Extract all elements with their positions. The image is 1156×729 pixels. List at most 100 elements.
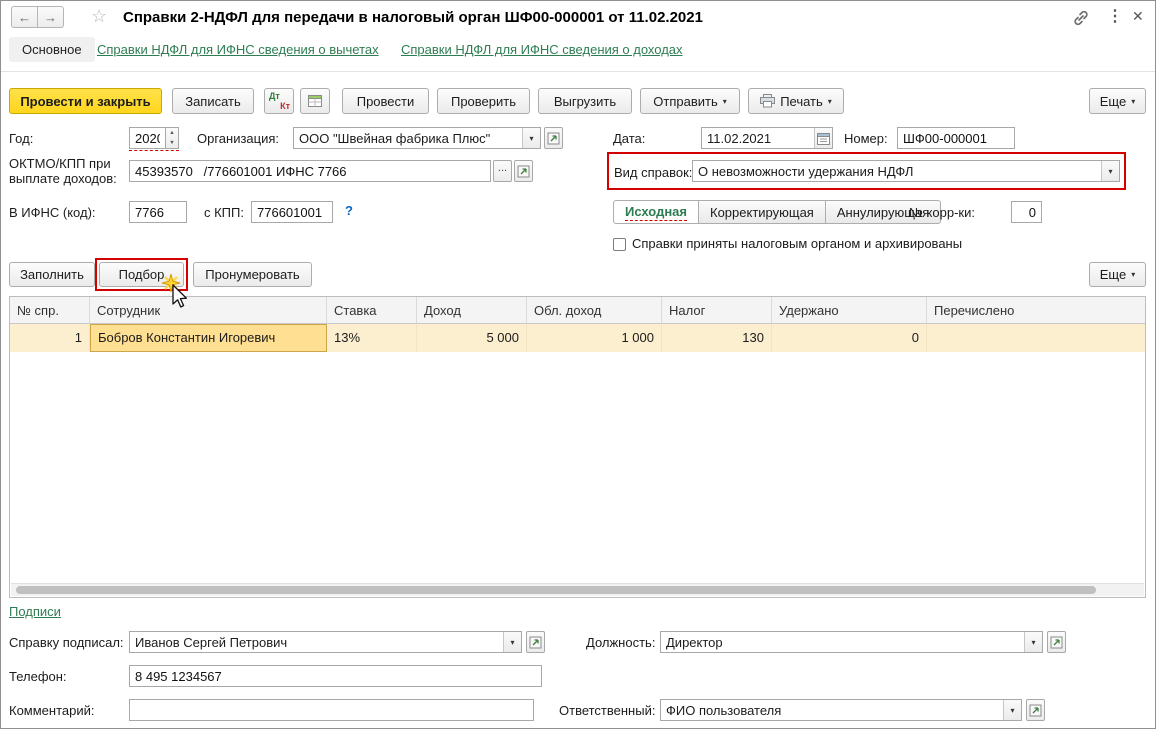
chevron-down-icon: ▾ (1131, 270, 1136, 279)
organization-open-button[interactable] (544, 127, 563, 149)
chevron-down-icon[interactable]: ▾ (1101, 161, 1119, 181)
cell-employee[interactable]: Бобров Константин Игоревич (90, 324, 327, 352)
certificate-type-toggle: Исходная Корректирующая Аннулирующая (613, 200, 942, 224)
chevron-down-icon[interactable]: ▾ (1003, 700, 1021, 720)
cell-rate[interactable]: 13% (327, 324, 417, 352)
type-toggle-original[interactable]: Исходная (613, 200, 699, 224)
export-button[interactable]: Выгрузить (538, 88, 632, 114)
corr-number-label: № корр-ки: (909, 205, 975, 220)
col-employee[interactable]: Сотрудник (90, 297, 327, 324)
document-window: ← → ☆ Справки 2-НДФЛ для передачи в нало… (0, 0, 1156, 729)
table-row[interactable]: 1 Бобров Константин Игоревич 13% 5 000 1… (10, 324, 1145, 352)
type-toggle-correcting[interactable]: Корректирующая (698, 200, 826, 224)
link-icon[interactable] (1071, 8, 1091, 31)
kt-label: Кт (280, 101, 290, 111)
forward-button[interactable]: → (37, 6, 64, 28)
ifns-input[interactable] (129, 201, 187, 223)
year-modified-underline (129, 150, 179, 151)
cell-income[interactable]: 5 000 (417, 324, 527, 352)
page-title: Справки 2-НДФЛ для передачи в налоговый … (123, 9, 703, 26)
pick-button[interactable]: Подбор (99, 262, 184, 287)
number-input[interactable] (897, 127, 1015, 149)
oktmo-open-button[interactable] (514, 160, 533, 182)
cell-transferred[interactable] (927, 324, 1145, 352)
col-tax[interactable]: Налог (662, 297, 772, 324)
favorites-star-icon[interactable]: ☆ (91, 6, 107, 27)
year-input[interactable] (129, 127, 166, 149)
signs-link[interactable]: Подписи (9, 604, 61, 619)
link-certificates-incomes[interactable]: Справки НДФЛ для ИФНС сведения о доходах (401, 42, 683, 57)
chevron-down-icon: ▾ (827, 96, 832, 106)
spinner-up-icon[interactable]: ▲ (166, 128, 178, 138)
chevron-down-icon: ▾ (722, 96, 727, 106)
back-button[interactable]: ← (11, 6, 38, 28)
print-button[interactable]: Печать ▾ (748, 88, 844, 114)
phone-input[interactable] (129, 665, 542, 687)
cell-taxable-income[interactable]: 1 000 (527, 324, 662, 352)
responsible-value: ФИО пользователя (666, 702, 782, 718)
col-withheld[interactable]: Удержано (772, 297, 927, 324)
kpp-label: с КПП: (204, 205, 244, 220)
date-input[interactable]: 11.02.2021 (701, 127, 833, 149)
dt-kt-button[interactable]: Дт Кт (264, 88, 294, 114)
menu-dots-icon[interactable]: ⋮ (1107, 6, 1123, 26)
post-button[interactable]: Провести (342, 88, 429, 114)
separator (1, 71, 1155, 72)
register-records-button[interactable] (300, 88, 330, 114)
open-icon (529, 636, 542, 648)
link-certificates-deductions[interactable]: Справки НДФЛ для ИФНС сведения о вычетах (97, 42, 379, 57)
date-value: 11.02.2021 (707, 130, 772, 146)
help-link[interactable]: ? (345, 203, 353, 218)
archived-checkbox[interactable] (613, 238, 626, 251)
signed-by-value: Иванов Сергей Петрович (135, 634, 288, 650)
col-taxable-income[interactable]: Обл. доход (527, 297, 662, 324)
number-label: Номер: (844, 131, 888, 146)
close-icon[interactable]: ✕ (1132, 8, 1144, 25)
organization-combo[interactable]: ООО "Швейная фабрика Плюс" ▾ (293, 127, 541, 149)
responsible-label: Ответственный: (559, 703, 656, 718)
corr-number-input[interactable] (1011, 201, 1042, 223)
horizontal-scrollbar[interactable] (11, 583, 1144, 596)
year-spinner[interactable]: ▲ ▼ (166, 127, 179, 149)
position-label: Должность: (586, 635, 656, 650)
oktmo-choose-button[interactable]: ... (493, 160, 512, 182)
oktmo-label: ОКТМО/КПП при выплате доходов: (9, 156, 117, 186)
signed-by-combo[interactable]: Иванов Сергей Петрович ▾ (129, 631, 522, 653)
post-and-close-button[interactable]: Провести и закрыть (9, 88, 162, 114)
responsible-combo[interactable]: ФИО пользователя ▾ (660, 699, 1022, 721)
more-button-top[interactable]: Еще ▾ (1089, 88, 1146, 114)
chevron-down-icon[interactable]: ▾ (503, 632, 521, 652)
position-combo[interactable]: Директор ▾ (660, 631, 1043, 653)
check-button[interactable]: Проверить (437, 88, 530, 114)
organization-value: ООО "Швейная фабрика Плюс" (299, 130, 491, 146)
kind-combo[interactable]: О невозможности удержания НДФЛ ▾ (692, 160, 1120, 182)
col-transferred[interactable]: Перечислено (927, 297, 1145, 324)
renumber-button[interactable]: Пронумеровать (193, 262, 312, 287)
scrollbar-thumb[interactable] (16, 586, 1096, 594)
printer-icon (760, 94, 776, 108)
cell-tax[interactable]: 130 (662, 324, 772, 352)
save-button[interactable]: Записать (172, 88, 254, 114)
year-label: Год: (9, 131, 34, 146)
oktmo-input[interactable] (129, 160, 491, 182)
col-income[interactable]: Доход (417, 297, 527, 324)
position-open-button[interactable] (1047, 631, 1066, 653)
calendar-icon[interactable] (814, 128, 832, 148)
signed-by-open-button[interactable] (526, 631, 545, 653)
comment-input[interactable] (129, 699, 534, 721)
col-number[interactable]: № спр. (10, 297, 90, 324)
kpp-input[interactable] (251, 201, 333, 223)
fill-button[interactable]: Заполнить (9, 262, 95, 287)
more-button-table[interactable]: Еще ▾ (1089, 262, 1146, 287)
dt-label: Дт (269, 91, 280, 101)
responsible-open-button[interactable] (1026, 699, 1045, 721)
date-label: Дата: (613, 131, 646, 146)
tab-main[interactable]: Основное (9, 37, 95, 62)
send-button[interactable]: Отправить ▾ (640, 88, 740, 114)
cell-withheld[interactable]: 0 (772, 324, 927, 352)
cell-number[interactable]: 1 (10, 324, 90, 352)
col-rate[interactable]: Ставка (327, 297, 417, 324)
chevron-down-icon[interactable]: ▾ (522, 128, 540, 148)
chevron-down-icon[interactable]: ▾ (1024, 632, 1042, 652)
spinner-down-icon[interactable]: ▼ (166, 138, 178, 148)
